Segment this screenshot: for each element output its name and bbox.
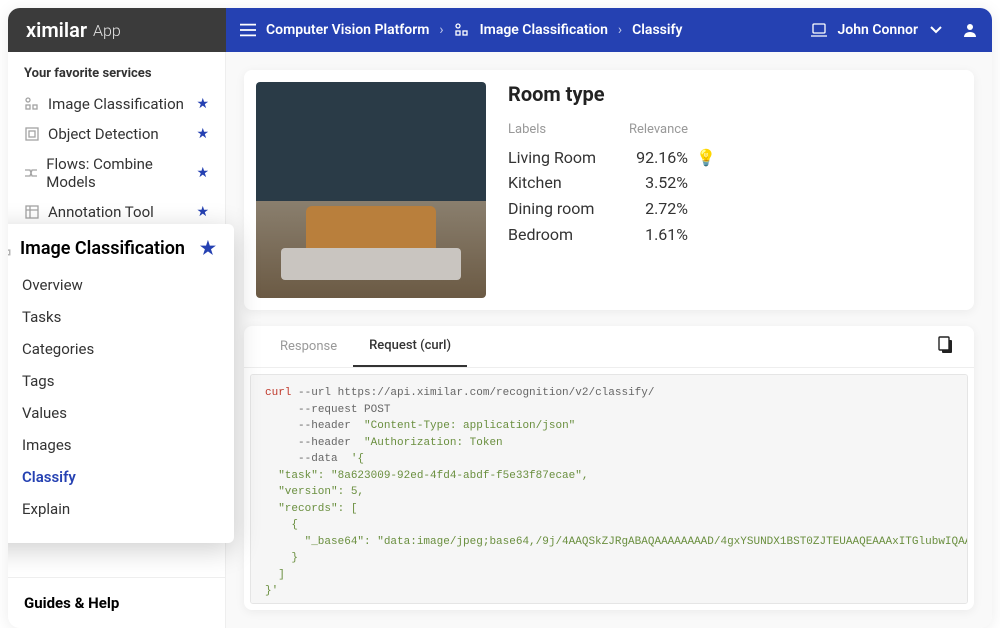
result-value: 92.16% [618,145,688,171]
star-icon[interactable]: ★ [196,204,209,220]
logo[interactable]: ximilar App [8,8,226,52]
sidebar: Your favorite services Image Classificat… [8,52,226,628]
breadcrumb-page[interactable]: Classify [632,22,682,38]
result-label: Kitchen [508,170,618,196]
result-row: Dining room 2.72% [508,196,962,222]
logo-brand: ximilar [26,18,87,42]
breadcrumb-root[interactable]: Computer Vision Platform [266,22,429,38]
detection-icon [24,126,40,142]
user-icon[interactable] [962,22,978,38]
tab-request[interactable]: Request (curl) [353,326,467,367]
star-icon[interactable]: ★ [196,96,209,112]
col-header-labels: Labels [508,120,618,141]
result-value: 2.72% [618,196,688,222]
flows-icon [24,165,38,181]
sidebar-item-label: Image Classification [48,95,184,113]
result-label: Bedroom [508,222,618,248]
result-row: Bedroom 1.61% [508,222,962,248]
favorites-header: Your favorite services [8,52,225,89]
result-value: 1.61% [618,222,688,248]
submenu-item-classify[interactable]: Classify [8,461,216,493]
submenu-item-overview[interactable]: Overview [8,269,216,301]
code-card: Response Request (curl) curl --url https… [244,326,974,610]
result-label: Dining room [508,196,618,222]
sidebar-item-label: Annotation Tool [48,203,154,221]
logo-suffix: App [93,21,121,40]
user-name[interactable]: John Connor [837,22,918,38]
guides-link[interactable]: Guides & Help [8,577,225,628]
menu-icon[interactable] [240,22,256,38]
sidebar-item-image-classification[interactable]: Image Classification ★ [8,89,225,119]
sidebar-item-object-detection[interactable]: Object Detection ★ [8,119,225,149]
result-value: 3.52% [618,170,688,196]
star-icon[interactable]: ★ [200,238,216,259]
result-card: Room type Labels Relevance Living Room 9… [244,70,974,310]
copy-icon[interactable] [938,336,954,358]
code-body[interactable]: curl --url https://api.ximilar.com/recog… [250,374,968,604]
submenu-item-categories[interactable]: Categories [8,333,216,365]
sidebar-item-flows[interactable]: Flows: Combine Models ★ [8,149,225,197]
submenu-item-tags[interactable]: Tags [8,365,216,397]
submenu-item-images[interactable]: Images [8,429,216,461]
chevron-right-icon: › [618,22,622,38]
result-title: Room type [508,82,962,106]
code-tabs: Response Request (curl) [244,326,974,368]
breadcrumb-section[interactable]: Image Classification [480,22,608,38]
classification-icon [24,96,40,112]
star-icon[interactable]: ★ [196,165,209,181]
result-row: Kitchen 3.52% [508,170,962,196]
submenu-item-explain[interactable]: Explain [8,493,216,525]
result-label: Living Room [508,145,618,171]
tab-response[interactable]: Response [264,327,353,366]
result-row: Living Room 92.16% 💡 [508,145,962,171]
sidebar-item-label: Flows: Combine Models [46,155,188,191]
bulb-icon[interactable]: 💡 [696,145,716,171]
sidebar-item-label: Object Detection [48,125,159,143]
submenu-header: Image Classification ★ [8,238,216,259]
star-icon[interactable]: ★ [196,126,209,142]
classification-icon [454,22,470,38]
breadcrumb-bar: Computer Vision Platform › Image Classif… [226,8,992,52]
submenu-title: Image Classification [20,238,185,259]
classification-icon [8,241,12,257]
annotation-icon [24,204,40,220]
topbar: ximilar App Computer Vision Platform › I… [8,8,992,52]
main-content: Room type Labels Relevance Living Room 9… [226,52,992,628]
laptop-icon[interactable] [811,22,827,38]
submenu-item-values[interactable]: Values [8,397,216,429]
chevron-right-icon: › [439,22,443,38]
submenu-panel: Image Classification ★ Overview Tasks Ca… [8,224,234,543]
submenu-item-tasks[interactable]: Tasks [8,301,216,333]
chevron-down-icon[interactable] [928,22,944,38]
col-header-relevance: Relevance [618,120,688,141]
result-thumbnail[interactable] [256,82,486,298]
sidebar-item-annotation[interactable]: Annotation Tool ★ [8,197,225,227]
